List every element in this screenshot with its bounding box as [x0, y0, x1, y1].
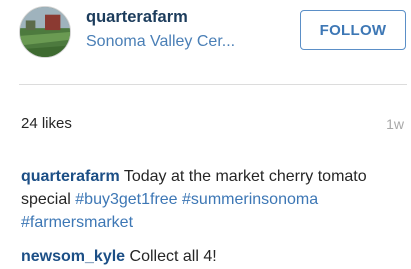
post-caption: quarterafarm Today at the market cherry … [21, 165, 396, 234]
avatar[interactable] [19, 6, 71, 58]
hashtag-summerinsonoma[interactable]: #summerinsonoma [182, 191, 318, 208]
likes-count[interactable]: 24 likes [21, 115, 72, 132]
comment-author[interactable]: newsom_kyle [21, 248, 125, 265]
post-timestamp: 1w [386, 116, 404, 132]
post-header: quarterafarm Sonoma Valley Cer... FOLLOW [0, 0, 411, 82]
hashtag-farmersmarket[interactable]: #farmersmarket [21, 214, 133, 231]
post-location[interactable]: Sonoma Valley Cer... [86, 33, 235, 51]
farm-field-photo-icon [20, 7, 70, 57]
post-username[interactable]: quarterafarm [86, 8, 188, 27]
caption-author[interactable]: quarterafarm [21, 168, 120, 185]
divider [19, 84, 407, 85]
follow-button[interactable]: FOLLOW [300, 10, 406, 50]
hashtag-buy3get1free[interactable]: #buy3get1free [75, 191, 177, 208]
comment: newsom_kyle Collect all 4! [21, 245, 396, 268]
comment-text: Collect all 4! [129, 248, 217, 265]
